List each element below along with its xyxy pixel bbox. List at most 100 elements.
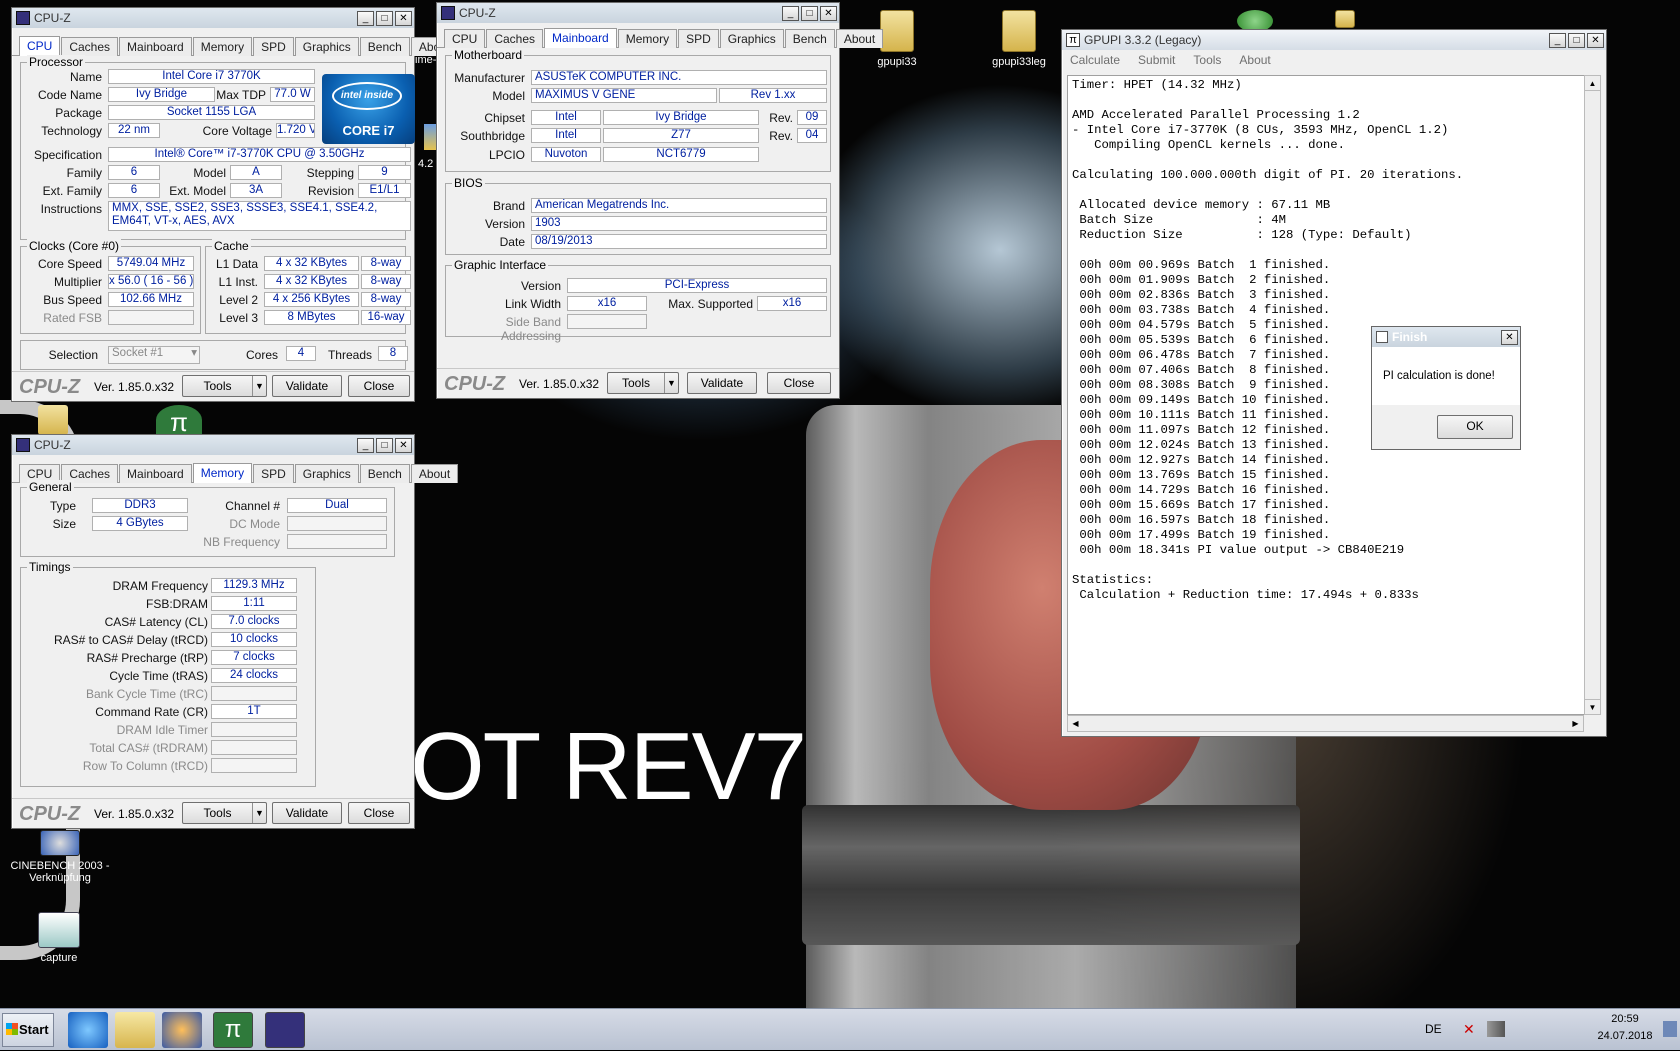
folder-icon[interactable]	[38, 405, 68, 435]
minimize-button[interactable]: _	[357, 437, 374, 453]
clock-date[interactable]: 24.07.2018	[1595, 1030, 1655, 1042]
tab-graphics[interactable]: Graphics	[294, 464, 359, 483]
menu-tools[interactable]: Tools	[1193, 53, 1221, 67]
media-player-icon[interactable]	[162, 1012, 202, 1048]
menu-calculate[interactable]: Calculate	[1070, 53, 1120, 67]
timing-value	[211, 740, 297, 755]
timing-label: DRAM Frequency	[112, 579, 208, 593]
tab-spd[interactable]: SPD	[253, 464, 294, 483]
horizontal-scrollbar[interactable]: ◀ ▶	[1067, 715, 1584, 732]
close-button[interactable]: Close	[767, 372, 831, 394]
pi-app-icon[interactable]: π	[156, 405, 202, 437]
cpuz-taskbar-icon[interactable]	[265, 1012, 305, 1048]
close-window-button[interactable]: ✕	[820, 5, 837, 21]
dialog-title-bar[interactable]: Finish ✕	[1372, 327, 1520, 347]
timing-value: 7.0 clocks	[211, 614, 297, 629]
vertical-scrollbar[interactable]: ▲ ▼	[1584, 75, 1601, 715]
tab-cpu[interactable]: CPU	[19, 36, 61, 56]
desktop-icon-cinebench[interactable]: CINEBENCH 2003 - Verknüpfung	[10, 830, 110, 884]
title-bar[interactable]: CPU-Z _ □ ✕	[12, 435, 414, 455]
volume-muted-icon[interactable]: ✕	[1463, 1021, 1479, 1037]
minimize-button[interactable]: _	[357, 10, 374, 26]
timing-label: RAS# to CAS# Delay (tRCD)	[53, 633, 208, 647]
timing-value: 1129.3 MHz	[211, 578, 297, 593]
desktop-icon-gpupi33leg[interactable]: gpupi33leg	[974, 10, 1064, 68]
scroll-left-icon[interactable]: ◀	[1068, 716, 1083, 731]
tab-caches[interactable]: Caches	[61, 37, 119, 56]
close-window-button[interactable]: ✕	[395, 10, 412, 26]
menu-about[interactable]: About	[1239, 53, 1270, 67]
show-desktop-button[interactable]	[1663, 1021, 1677, 1037]
tab-bench[interactable]: Bench	[784, 29, 835, 48]
desktop-icon-capture[interactable]: capture	[14, 912, 104, 964]
rated-fsb	[108, 310, 194, 325]
intel-core-i7-logo: intel inside CORE i7	[322, 74, 415, 144]
cpuz-app-icon	[16, 11, 30, 25]
specification: Intel® Core™ i7-3770K CPU @ 3.50GHz	[108, 147, 411, 162]
tab-memory[interactable]: Memory	[617, 29, 678, 48]
title-bar[interactable]: π GPUPI 3.3.2 (Legacy) _ □ ✕	[1062, 30, 1606, 50]
language-indicator[interactable]: DE	[1425, 1022, 1442, 1036]
gpupi-taskbar-icon[interactable]: π	[213, 1012, 253, 1048]
timing-label: Row To Column (tRCD)	[82, 759, 208, 773]
validate-button[interactable]: Validate	[687, 372, 757, 394]
ok-button[interactable]: OK	[1437, 415, 1513, 439]
tab-memory[interactable]: Memory	[192, 463, 253, 483]
channel: Dual	[287, 498, 387, 513]
close-window-button[interactable]: ✕	[395, 437, 412, 453]
tab-spd[interactable]: SPD	[678, 29, 719, 48]
scroll-up-icon[interactable]: ▲	[1585, 76, 1600, 91]
close-window-button[interactable]: ✕	[1587, 32, 1604, 48]
scroll-right-icon[interactable]: ▶	[1568, 716, 1583, 731]
chevron-down-icon[interactable]: ▼	[664, 373, 678, 393]
close-button[interactable]: Close	[348, 375, 410, 397]
tab-graphics[interactable]: Graphics	[719, 29, 784, 48]
file-explorer-icon[interactable]	[115, 1012, 155, 1048]
tab-memory[interactable]: Memory	[192, 37, 253, 56]
maximize-button[interactable]: □	[801, 5, 818, 21]
tools-button[interactable]: Tools ▼	[182, 375, 267, 397]
validate-button[interactable]: Validate	[272, 802, 342, 824]
close-button[interactable]: Close	[348, 802, 410, 824]
ext-model: 3A	[230, 183, 282, 198]
title-bar[interactable]: CPU-Z _ □ ✕	[437, 3, 839, 23]
bios-brand: American Megatrends Inc.	[531, 198, 827, 213]
minimize-button[interactable]: _	[782, 5, 799, 21]
ext-family: 6	[108, 183, 160, 198]
cpuz-footer: CPU-Z Ver. 1.85.0.x32 Tools ▼ Validate Cl…	[12, 371, 414, 401]
tab-graphics[interactable]: Graphics	[294, 37, 359, 56]
chevron-down-icon[interactable]: ▼	[252, 803, 266, 823]
maximize-button[interactable]: □	[376, 437, 393, 453]
tab-bench[interactable]: Bench	[359, 37, 410, 56]
tab-cpu[interactable]: CPU	[444, 29, 486, 48]
tools-button[interactable]: Tools ▼	[607, 372, 679, 394]
network-icon[interactable]	[1487, 1021, 1505, 1037]
scroll-down-icon[interactable]: ▼	[1585, 699, 1600, 714]
max-supported: x16	[757, 296, 827, 311]
validate-button[interactable]: Validate	[272, 375, 342, 397]
chevron-down-icon: ▾	[191, 347, 197, 359]
socket-select[interactable]: Socket #1 ▾	[108, 346, 200, 364]
mb-revision: Rev 1.xx	[719, 88, 827, 103]
tab-mainboard[interactable]: Mainboard	[544, 28, 617, 48]
tab-spd[interactable]: SPD	[253, 37, 294, 56]
tab-mainboard[interactable]: Mainboard	[119, 37, 192, 56]
tab-about[interactable]: About	[410, 464, 459, 483]
tab-bench[interactable]: Bench	[359, 464, 410, 483]
tab-about[interactable]: About	[835, 29, 884, 48]
lpcio: NCT6779	[603, 147, 759, 162]
close-window-button[interactable]: ✕	[1501, 329, 1518, 345]
internet-explorer-icon[interactable]	[68, 1012, 108, 1048]
maximize-button[interactable]: □	[376, 10, 393, 26]
tools-button[interactable]: Tools ▼	[182, 802, 267, 824]
chevron-down-icon[interactable]: ▼	[252, 376, 266, 396]
tab-mainboard[interactable]: Mainboard	[119, 464, 192, 483]
tab-caches[interactable]: Caches	[486, 29, 544, 48]
start-button[interactable]: Start	[2, 1013, 54, 1047]
maximize-button[interactable]: □	[1568, 32, 1585, 48]
tab-strip: CPU Caches Mainboard Memory SPD Graphics Bench…	[12, 28, 459, 56]
minimize-button[interactable]: _	[1549, 32, 1566, 48]
menu-submit[interactable]: Submit	[1138, 53, 1175, 67]
title-bar[interactable]: CPU-Z _ □ ✕	[12, 8, 414, 28]
clock-time[interactable]: 20:59	[1595, 1013, 1655, 1025]
